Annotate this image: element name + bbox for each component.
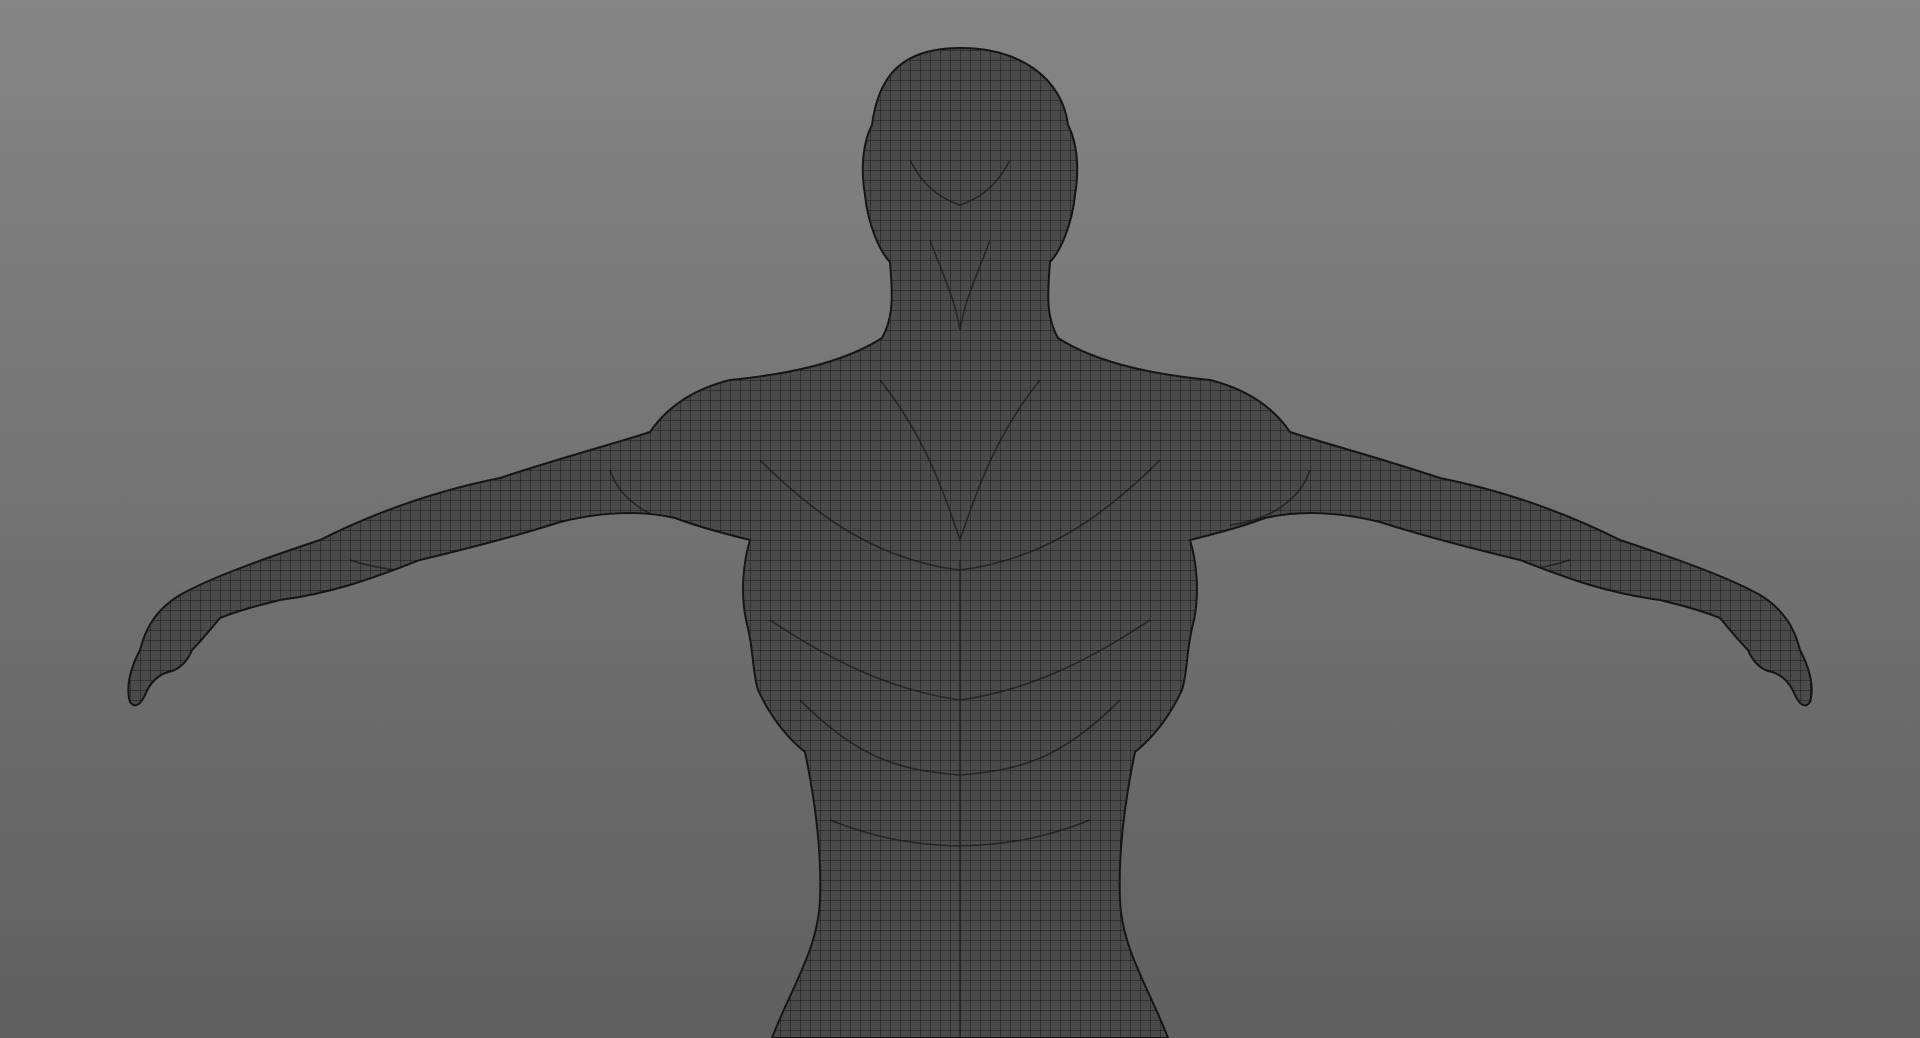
viewport-canvas[interactable]	[0, 0, 1920, 1038]
3d-viewport[interactable]	[0, 0, 1920, 1038]
